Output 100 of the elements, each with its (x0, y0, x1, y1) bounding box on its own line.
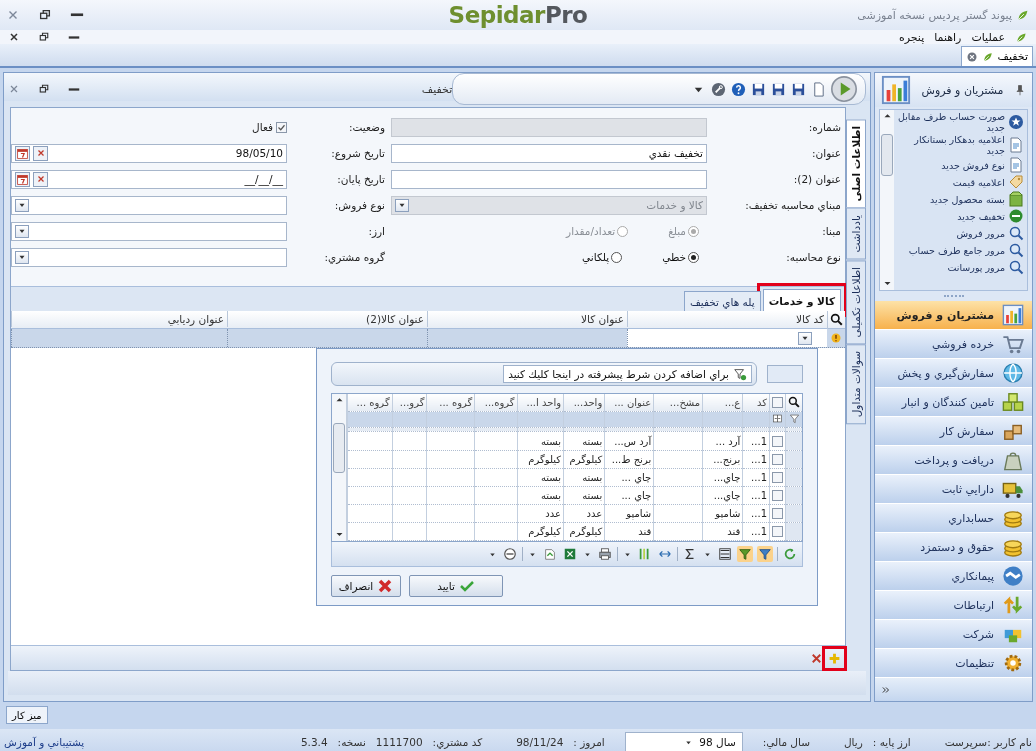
scrollbar[interactable] (332, 394, 347, 542)
radio-option[interactable]: خطي (662, 251, 699, 263)
year-dropdown[interactable]: سال 98 (624, 732, 743, 751)
module-button[interactable]: شركت (875, 620, 1032, 649)
checkbox[interactable] (772, 526, 783, 538)
export-button[interactable] (542, 546, 558, 563)
close-icon[interactable] (965, 50, 978, 63)
task-link[interactable]: بسته محصول جديد (930, 193, 1005, 205)
more-button[interactable] (881, 685, 891, 695)
column-header[interactable]: عنوان كالا(2) (227, 311, 427, 327)
confirm-button[interactable]: تاييد (409, 575, 503, 597)
checkbox[interactable] (276, 121, 287, 133)
printer-button[interactable] (597, 546, 613, 563)
radio-option[interactable]: پلكاني (582, 251, 623, 263)
task-link[interactable]: اعلاميه قيمت (952, 176, 1005, 188)
restore-button[interactable] (38, 83, 50, 95)
column-resize-icon[interactable] (772, 413, 783, 424)
minimize-button[interactable] (68, 35, 80, 39)
module-button[interactable]: پيمانكاري (875, 562, 1032, 591)
module-button[interactable]: تنظيمات (875, 649, 1032, 678)
column-header[interactable]: عنوان كالا (427, 311, 627, 327)
dropdown-field[interactable] (11, 195, 287, 215)
menu-item[interactable]: راهنما (934, 30, 962, 44)
search-icon[interactable] (788, 395, 800, 408)
search-field[interactable] (767, 365, 803, 383)
cell-editor[interactable] (627, 329, 827, 347)
search-icon[interactable] (830, 312, 843, 326)
dropdown-field[interactable] (11, 247, 287, 267)
module-button[interactable]: دارايي ثابت (875, 475, 1032, 504)
new-document-button[interactable] (811, 81, 826, 97)
menu-item[interactable]: پنجره (898, 30, 925, 44)
dropdown-button[interactable] (15, 250, 29, 264)
restore-button[interactable] (38, 8, 52, 22)
cancel-button[interactable]: انصراف (331, 575, 401, 597)
task-link[interactable]: صورت حساب طرف مقابل جديد (897, 111, 1005, 133)
minimize-button[interactable] (70, 13, 84, 17)
minimize-button[interactable] (68, 87, 80, 91)
clear-button[interactable] (33, 145, 48, 161)
dropdown-field[interactable] (11, 221, 287, 241)
minus-circle-button[interactable] (502, 546, 518, 563)
task-link[interactable]: تخفيف جديد (957, 210, 1005, 222)
checkbox[interactable] (772, 397, 783, 409)
dropdown-button[interactable] (798, 331, 812, 345)
filter-hint[interactable]: براي اضافه كردن شرط پيشرفته در اينجا كليك كنيد (503, 365, 752, 383)
date-field[interactable]: __/__/__ (11, 169, 287, 189)
filter-button[interactable] (757, 546, 773, 563)
clear-button[interactable] (33, 171, 48, 187)
side-tab[interactable]: سوالات متداول (846, 344, 866, 425)
filter-button[interactable] (737, 546, 753, 563)
side-tab[interactable]: اطلاعات اصلی (846, 119, 866, 209)
module-button[interactable]: خرده فروشي (875, 330, 1032, 359)
scrollbar[interactable] (880, 110, 894, 290)
column-header[interactable]: عنوان رديابي (11, 311, 227, 327)
side-tab[interactable]: اطلاعات تکمیلی (846, 259, 866, 345)
wrench-button[interactable] (711, 81, 726, 97)
menu-item[interactable]: عملیات (971, 30, 1005, 44)
module-button[interactable]: سفارش‌گيري و پخش (875, 359, 1032, 388)
task-link[interactable]: مرور فروش (956, 227, 1005, 239)
task-link[interactable]: نوع فروش جديد (941, 159, 1005, 171)
support-link[interactable]: پشتيباني و آموزش (4, 736, 85, 748)
pin-icon[interactable] (1014, 84, 1026, 96)
dropdown-button[interactable] (15, 224, 29, 238)
module-button[interactable]: حسابداري (875, 504, 1032, 533)
column-header[interactable]: كد كالا (627, 311, 827, 327)
task-link[interactable]: مرور پورسانت (947, 261, 1005, 273)
restore-button[interactable] (38, 31, 50, 43)
radio-button[interactable] (688, 251, 699, 263)
module-button[interactable]: ارتباطات (875, 591, 1032, 620)
module-button[interactable]: دريافت و پرداخت (875, 446, 1032, 475)
task-link[interactable]: اعلاميه بدهكار بستانكار جديد (897, 134, 1005, 156)
close-button[interactable] (8, 31, 20, 43)
document-tab[interactable]: تخفیف (960, 46, 1033, 66)
scroll-thumb[interactable] (881, 134, 893, 176)
desktop-button[interactable]: ميز كار (6, 706, 48, 724)
radio-button[interactable] (611, 251, 623, 263)
list-button[interactable] (717, 546, 733, 563)
module-button[interactable]: سفارش كار (875, 417, 1032, 446)
tab[interactable]: پله هاي تخفيف (683, 291, 761, 311)
scroll-thumb[interactable] (333, 422, 345, 473)
save-button[interactable] (751, 81, 766, 97)
checkbox[interactable] (772, 435, 783, 447)
task-link[interactable]: مرور جامع طرف حساب (908, 244, 1005, 256)
save-button[interactable] (791, 81, 806, 97)
module-button[interactable]: تامين كنندگان و انبار (875, 388, 1032, 417)
calendar-button[interactable] (15, 171, 30, 187)
side-tab[interactable]: یادداشت (846, 208, 866, 260)
checkbox[interactable] (772, 489, 783, 501)
dropdown-button[interactable] (15, 198, 29, 212)
module-button[interactable]: مشتريان و فروش (875, 301, 1032, 330)
module-button[interactable]: حقوق و دستمزد (875, 533, 1032, 562)
text-field[interactable] (391, 169, 707, 189)
date-field[interactable]: 98/05/10 (11, 143, 287, 163)
calendar-button[interactable] (15, 145, 30, 161)
text-field[interactable]: تخفيف نقدي (391, 143, 707, 163)
scrollbar[interactable] (8, 671, 866, 695)
save-button[interactable] (771, 81, 786, 97)
help-button[interactable] (731, 81, 746, 97)
checkbox[interactable] (772, 508, 783, 520)
checkbox[interactable] (772, 453, 783, 465)
checkbox[interactable] (772, 471, 783, 483)
